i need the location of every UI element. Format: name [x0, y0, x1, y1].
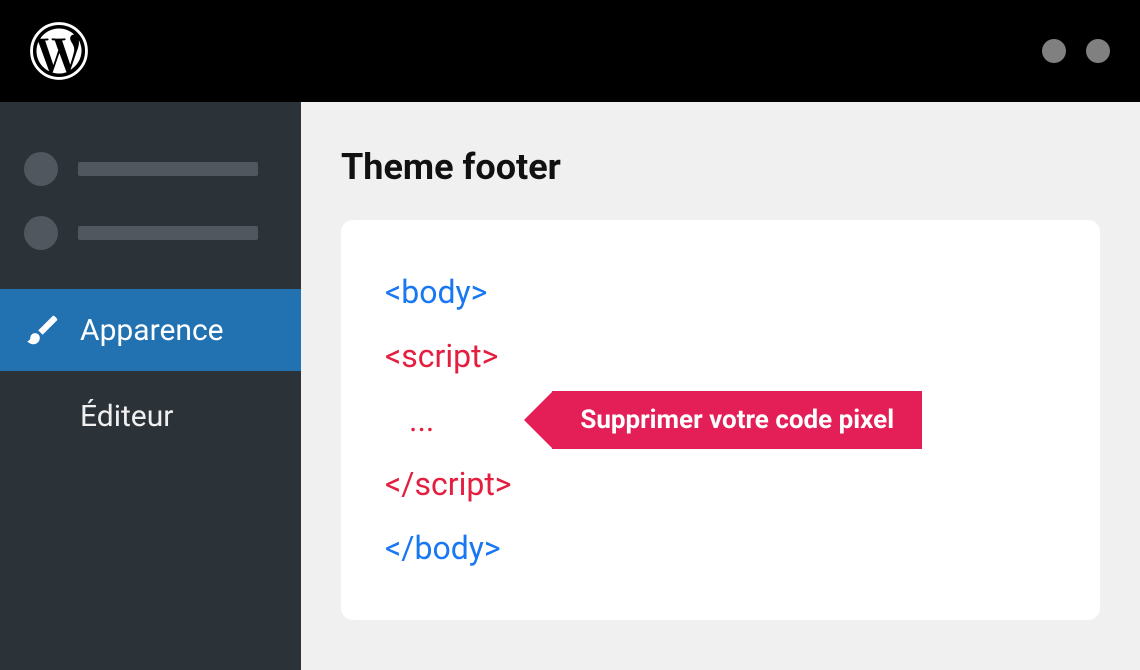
sidebar-item-appearance[interactable]: Apparence: [0, 289, 301, 371]
topbar-dot-icon[interactable]: [1042, 39, 1066, 63]
wordpress-logo[interactable]: [30, 22, 88, 80]
callout-arrow-icon: [524, 392, 552, 448]
sidebar-editor-label: Éditeur: [80, 399, 173, 434]
callout-label: Supprimer votre code pixel: [524, 391, 922, 449]
admin-sidebar: Apparence Éditeur: [0, 102, 301, 670]
sidebar-appearance-label: Apparence: [80, 313, 224, 348]
code-ellipsis: ...: [385, 388, 434, 452]
code-script-close: </script>: [385, 452, 1056, 516]
sidebar-item-placeholder[interactable]: [0, 201, 301, 265]
callout-text: Supprimer votre code pixel: [552, 391, 922, 449]
code-script-open: <script>: [385, 324, 1056, 388]
sidebar-item-editor[interactable]: Éditeur: [0, 371, 301, 460]
placeholder-icon: [24, 152, 58, 186]
topbar-dot-icon[interactable]: [1086, 39, 1110, 63]
code-editor-panel[interactable]: <body> <script> ... Supprimer votre code…: [341, 220, 1100, 620]
placeholder-label: [78, 226, 258, 240]
placeholder-label: [78, 162, 258, 176]
code-body-open: <body>: [385, 260, 1056, 324]
sidebar-item-placeholder[interactable]: [0, 137, 301, 201]
wordpress-logo-icon: [30, 22, 88, 80]
main-content: Theme footer <body> <script> ... Supprim…: [301, 102, 1140, 670]
page-title: Theme footer: [341, 146, 1100, 188]
placeholder-icon: [24, 216, 58, 250]
paintbrush-icon: [24, 311, 62, 349]
admin-topbar: [0, 0, 1140, 102]
main-layout: Apparence Éditeur Theme footer <body> <s…: [0, 102, 1140, 670]
code-body-close: </body>: [385, 516, 1056, 580]
topbar-right-controls: [1042, 39, 1110, 63]
